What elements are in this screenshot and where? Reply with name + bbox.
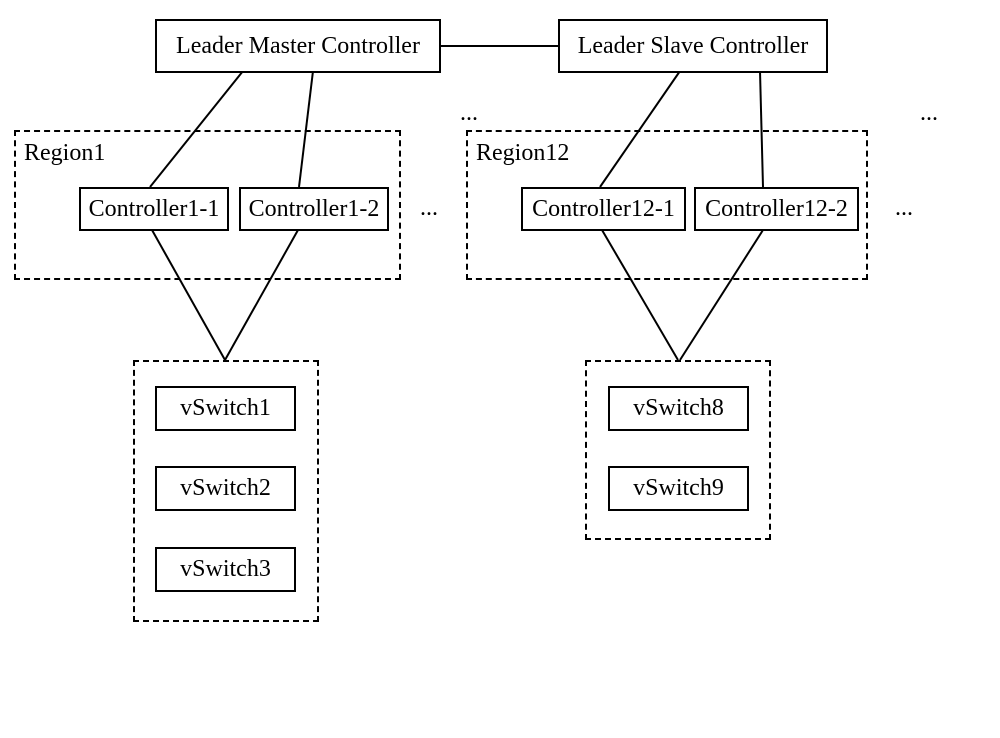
ellipsis-mid-right: ... <box>895 195 913 222</box>
controller-12-2-box: Controller12-2 <box>694 187 859 231</box>
controller-1-2-label: Controller1-2 <box>249 196 380 223</box>
vswitch2-box: vSwitch2 <box>155 466 296 511</box>
vswitch3-label: vSwitch3 <box>180 556 271 583</box>
controller-1-1-box: Controller1-1 <box>79 187 229 231</box>
vswitch8-label: vSwitch8 <box>633 395 724 422</box>
region12-label: Region12 <box>476 140 569 167</box>
controller-12-1-label: Controller12-1 <box>532 196 675 223</box>
vswitch9-label: vSwitch9 <box>633 475 724 502</box>
ellipsis-top-right: ... <box>920 100 938 127</box>
ellipsis-top: ... <box>460 100 478 127</box>
leader-slave-box: Leader Slave Controller <box>558 19 828 73</box>
controller-1-1-label: Controller1-1 <box>89 196 220 223</box>
leader-master-label: Leader Master Controller <box>176 33 420 60</box>
vswitch3-box: vSwitch3 <box>155 547 296 592</box>
vswitch1-box: vSwitch1 <box>155 386 296 431</box>
controller-12-2-label: Controller12-2 <box>705 196 848 223</box>
vswitch9-box: vSwitch9 <box>608 466 749 511</box>
vswitch1-label: vSwitch1 <box>180 395 271 422</box>
controller-12-1-box: Controller12-1 <box>521 187 686 231</box>
leader-slave-label: Leader Slave Controller <box>578 33 809 60</box>
vswitch8-box: vSwitch8 <box>608 386 749 431</box>
ellipsis-mid-left: ... <box>420 195 438 222</box>
controller-1-2-box: Controller1-2 <box>239 187 389 231</box>
region1-label: Region1 <box>24 140 105 167</box>
leader-master-box: Leader Master Controller <box>155 19 441 73</box>
vswitch2-label: vSwitch2 <box>180 475 271 502</box>
